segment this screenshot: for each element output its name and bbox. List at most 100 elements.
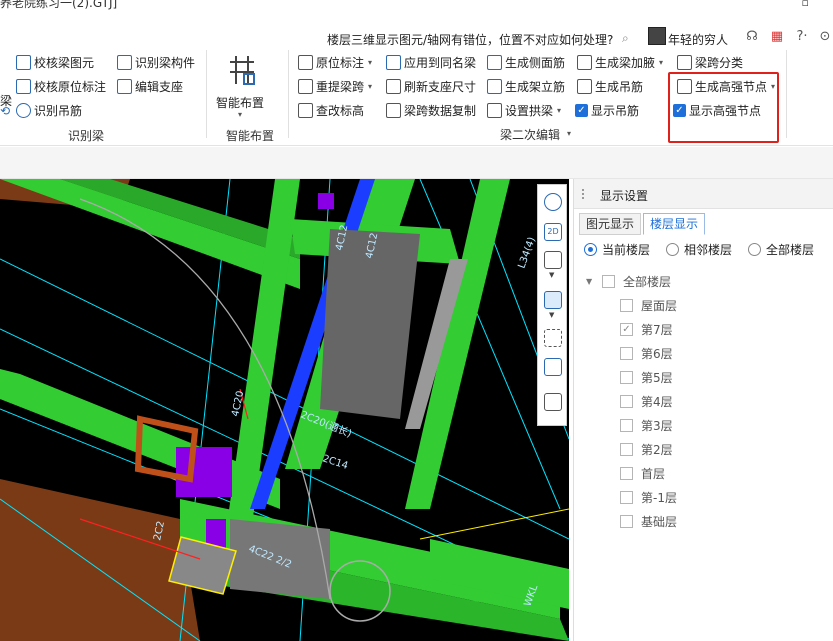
collapse-icon[interactable]: ▼: [586, 277, 594, 286]
apply-icon: [386, 54, 401, 70]
in-place-annotation-button[interactable]: 原位标注 ▾: [298, 53, 372, 71]
haunch-icon: [577, 54, 592, 70]
gen-hanger-button[interactable]: 生成吊筋: [577, 77, 643, 95]
checkbox[interactable]: [620, 443, 633, 456]
tree-root[interactable]: ▼ 全部楼层: [586, 273, 671, 290]
floor-scope-radios: 当前楼层 相邻楼层 全部楼层: [584, 241, 814, 258]
tab-element-display[interactable]: 图元显示: [579, 213, 642, 235]
checkbox[interactable]: [620, 515, 633, 528]
gen-haunch-button[interactable]: 生成梁加腋 ▾: [577, 53, 663, 71]
check-original-annotation-button[interactable]: 校核原位标注: [16, 77, 106, 95]
maximize-button[interactable]: ▫: [802, 0, 809, 9]
gen-side-bar-button[interactable]: 生成侧面筋: [487, 53, 565, 71]
group-label-smart-layout: 智能布置: [226, 129, 275, 143]
radio-dot: [666, 243, 680, 256]
tab-floor-display[interactable]: 楼层显示: [643, 213, 706, 235]
annotation-check-icon: [16, 78, 31, 94]
rebar-label: 2C14: [321, 453, 349, 472]
support-icon: [117, 78, 132, 94]
set-arch-beam-button[interactable]: 设置拱梁 ▾: [487, 101, 561, 119]
floor-item[interactable]: 屋面层: [620, 297, 677, 314]
beam-member-icon: [117, 54, 132, 70]
radio-all-floors[interactable]: 全部楼层: [748, 241, 814, 258]
column: [176, 447, 232, 497]
model-viewport-3d[interactable]: 4C12 4C12 L34(4) 4C20 2C20(通长) 2C14 4C22…: [0, 179, 569, 641]
highlight-box: [668, 72, 779, 143]
ribbon-separator: [786, 50, 787, 138]
search-icon[interactable]: ⌕: [622, 31, 629, 46]
radio-adjacent-floor[interactable]: 相邻楼层: [666, 241, 732, 258]
group-label-identify-beam: 识别梁: [68, 129, 105, 143]
headset-icon[interactable]: ☊: [744, 29, 760, 45]
help-bar: 楼层三维显示图元/轴网有错位，位置不对应如何处理? ⌕ 年轻的穷人 ☊ ▦ ?·…: [0, 22, 833, 48]
toolbar-strip: [0, 147, 833, 179]
checkbox[interactable]: [602, 275, 615, 288]
ribbon-separator: [288, 50, 289, 138]
cube-3d-icon[interactable]: [544, 291, 562, 309]
display-settings-icon[interactable]: [544, 393, 562, 411]
elevation-icon: [298, 102, 313, 118]
edit-elevation-button[interactable]: 查改标高: [298, 101, 364, 119]
check-beam-element-button[interactable]: 校核梁图元: [16, 53, 94, 71]
window-title: 养老院练习一(2).GTJ]: [0, 0, 118, 10]
floor-item[interactable]: 基础层: [620, 513, 677, 530]
calculator-icon[interactable]: ▦: [769, 29, 785, 45]
floor-item[interactable]: ✓ 第7层: [620, 321, 673, 338]
copy-span-data-button[interactable]: 梁跨数据复制: [386, 101, 476, 119]
checkbox[interactable]: [620, 467, 633, 480]
floor-item[interactable]: 第5层: [620, 369, 673, 386]
smart-layout-button[interactable]: 智能布置 ▾: [214, 50, 270, 122]
view-toolbar: 2D ▼ ▼: [537, 184, 567, 426]
show-hanger-checkbox[interactable]: ✓ 显示吊筋: [575, 101, 639, 119]
floor-item[interactable]: 第3层: [620, 417, 673, 434]
identify-beam-member-button[interactable]: 识别梁构件: [117, 53, 195, 71]
drag-handle-icon[interactable]: [582, 189, 590, 199]
floor-item[interactable]: 第-1层: [620, 489, 677, 506]
arch-icon: [487, 102, 502, 118]
floor-item[interactable]: 第4层: [620, 393, 673, 410]
yellow-line: [419, 508, 569, 540]
chevron-down-icon[interactable]: ▾: [567, 129, 571, 138]
chevron-down-icon: ▾: [238, 110, 243, 119]
fit-view-icon[interactable]: [544, 329, 562, 347]
rebar-label: L34(4): [516, 236, 537, 270]
checkbox[interactable]: [620, 371, 633, 384]
annotation-icon: [298, 54, 313, 70]
checkbox[interactable]: ✓: [620, 323, 633, 336]
edit-support-button[interactable]: 编辑支座: [117, 77, 183, 95]
radio-current-floor[interactable]: 当前楼层: [584, 241, 650, 258]
more-icon[interactable]: ⊙: [817, 29, 833, 45]
orbit-icon[interactable]: [544, 193, 562, 211]
floor-item[interactable]: 首层: [620, 465, 665, 482]
panel-header: 显示设置: [574, 179, 833, 209]
check-icon: ✓: [575, 103, 588, 117]
checkbox[interactable]: [620, 419, 633, 432]
ribbon-separator: [206, 50, 207, 138]
chevron-down-icon[interactable]: ▼: [549, 271, 554, 279]
floor-item[interactable]: 第6层: [620, 345, 673, 362]
beam-check-icon: [16, 54, 31, 70]
refresh-support-size-button[interactable]: 刷新支座尺寸: [386, 77, 476, 95]
re-extract-span-button[interactable]: 重提梁跨 ▾: [298, 77, 372, 95]
identify-hanger-button[interactable]: 识别吊筋: [16, 101, 82, 119]
checkbox[interactable]: [620, 395, 633, 408]
cube-view-icon[interactable]: [544, 251, 562, 269]
floor-item[interactable]: 第2层: [620, 441, 673, 458]
side-bar-icon: [487, 54, 502, 70]
checkbox[interactable]: [620, 491, 633, 504]
slab: [0, 479, 200, 641]
span-icon: [298, 78, 313, 94]
apply-same-name-button[interactable]: 应用到同名梁: [386, 53, 476, 71]
help-icon[interactable]: ?·: [792, 29, 812, 45]
span-classify-button[interactable]: 梁跨分类: [677, 53, 743, 71]
avatar[interactable]: [648, 27, 666, 45]
checkbox[interactable]: [620, 299, 633, 312]
chevron-down-icon[interactable]: ▼: [549, 311, 554, 319]
view-2d-button[interactable]: 2D: [544, 223, 562, 241]
ribbon-left-cut-icon: ⟲: [0, 104, 11, 118]
hanger-icon: [16, 102, 31, 118]
group-label-beam-edit: 梁二次编辑: [500, 128, 561, 142]
dynamic-view-icon[interactable]: [544, 358, 562, 376]
checkbox[interactable]: [620, 347, 633, 360]
gen-erection-bar-button[interactable]: 生成架立筋: [487, 77, 565, 95]
